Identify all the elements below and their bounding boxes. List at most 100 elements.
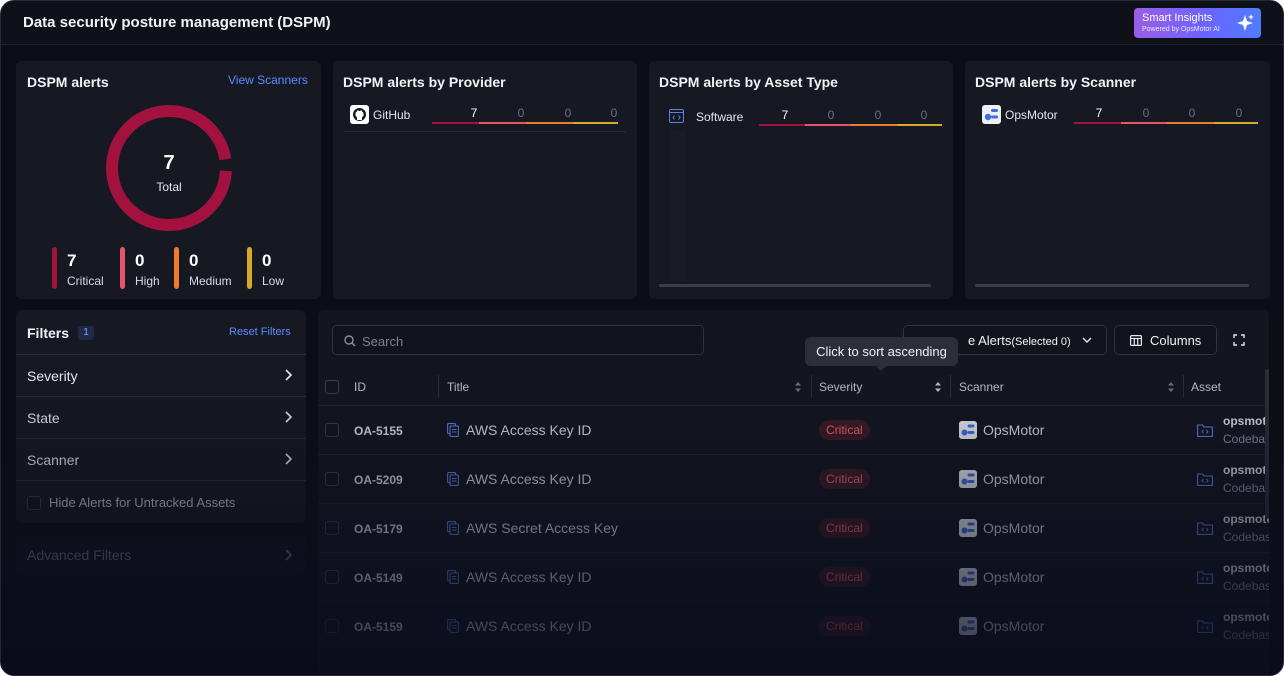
row-scanner: OpsMotor — [983, 618, 1045, 634]
row-title[interactable]: AWS Access Key ID — [466, 422, 592, 438]
table-row[interactable]: OA-5155 AWS Access Key ID Critical OpsMo… — [318, 405, 1269, 454]
col-header-title[interactable]: Title — [447, 380, 469, 394]
row-asset-name[interactable]: opsmotor — [1223, 463, 1269, 477]
row-id: OA-5209 — [354, 473, 403, 487]
reset-filters-link[interactable]: Reset Filters — [229, 326, 291, 338]
row-asset-type: Codebase — [1223, 579, 1269, 593]
filter-state[interactable]: State — [16, 396, 306, 438]
row-asset-name[interactable]: opsmotor — [1223, 561, 1269, 575]
opsmotor-icon — [959, 568, 977, 586]
filter-scanner[interactable]: Scanner — [16, 438, 306, 480]
scanner-count-medium: 0 — [1188, 106, 1196, 120]
col-header-asset[interactable]: Asset — [1191, 380, 1221, 394]
col-header-severity[interactable]: Severity — [819, 380, 862, 394]
chevron-down-icon — [1082, 337, 1092, 343]
sort-icon[interactable] — [1167, 381, 1175, 393]
row-title[interactable]: AWS Secret Access Key — [466, 520, 618, 536]
document-icon — [447, 619, 459, 633]
row-checkbox[interactable] — [325, 521, 339, 535]
scanner-row-opsmotor[interactable]: OpsMotor 7 0 0 0 — [982, 104, 1260, 126]
opsmotor-icon — [959, 617, 977, 635]
total-value: 7 — [163, 152, 175, 174]
scanner-seg-high — [1121, 122, 1167, 124]
row-title[interactable]: AWS Access Key ID — [466, 569, 592, 585]
row-checkbox[interactable] — [325, 619, 339, 633]
hide-untracked-checkbox[interactable] — [27, 496, 41, 510]
row-title[interactable]: AWS Access Key ID — [466, 618, 592, 634]
table-row[interactable]: OA-5159 AWS Access Key ID Critical OpsMo… — [318, 601, 1269, 650]
table-row[interactable]: OA-5209 AWS Access Key ID Critical OpsMo… — [318, 454, 1269, 503]
asset-type-count-critical: 7 — [781, 108, 789, 122]
row-asset-type: Codebase — [1223, 432, 1269, 446]
provider-seg-high — [479, 122, 526, 124]
smart-insights-sub: Powered by OpsMotor AI — [1142, 26, 1220, 33]
row-asset-type: Codebase — [1223, 628, 1269, 642]
low-bar — [247, 247, 252, 289]
col-separator[interactable] — [811, 375, 812, 397]
col-separator[interactable] — [1183, 375, 1184, 397]
total-label: Total — [156, 180, 182, 194]
provider-count-high: 0 — [517, 106, 525, 120]
select-all-checkbox[interactable] — [325, 380, 339, 394]
row-id: OA-5179 — [354, 522, 403, 536]
asset-type-card-title: DSPM alerts by Asset Type — [659, 74, 838, 90]
medium-count: 0 — [189, 251, 199, 270]
github-icon — [350, 105, 369, 124]
row-scanner: OpsMotor — [983, 569, 1045, 585]
row-id: OA-5149 — [354, 571, 403, 585]
asset-type-hscrollbar[interactable] — [659, 284, 931, 287]
table-row[interactable]: OA-5179 AWS Secret Access Key Critical O… — [318, 503, 1269, 552]
expand-icon[interactable] — [1233, 334, 1245, 346]
medium-bar — [174, 247, 179, 289]
view-scanners-link[interactable]: View Scanners — [228, 73, 308, 87]
scanner-count-low: 0 — [1235, 106, 1243, 120]
row-id: OA-5155 — [354, 424, 403, 438]
asset-type-count-high: 0 — [827, 108, 835, 122]
smart-insights-button[interactable]: Smart Insights Powered by OpsMotor AI — [1134, 8, 1261, 38]
sort-icon[interactable] — [934, 381, 942, 393]
provider-card-title: DSPM alerts by Provider — [343, 74, 506, 90]
asset-type-seg-high — [805, 124, 851, 126]
col-header-scanner[interactable]: Scanner — [959, 380, 1004, 394]
provider-seg-low — [573, 122, 618, 124]
chevron-right-icon — [285, 453, 293, 465]
row-checkbox[interactable] — [325, 423, 339, 437]
scanner-hscrollbar[interactable] — [975, 284, 1249, 287]
scanner-card-title: DSPM alerts by Scanner — [975, 74, 1137, 90]
row-checkbox[interactable] — [325, 570, 339, 584]
asset-type-name: Software — [696, 110, 744, 124]
provider-row-github[interactable]: GitHub 7 0 0 0 — [350, 104, 620, 126]
col-separator[interactable] — [950, 375, 951, 397]
filter-severity[interactable]: Severity — [16, 354, 306, 396]
chevron-right-icon — [285, 411, 293, 423]
sort-icon[interactable] — [794, 381, 802, 393]
table-scrollbar[interactable] — [1265, 369, 1269, 519]
search-input[interactable]: Search — [332, 325, 704, 355]
hide-untracked-option[interactable]: Hide Alerts for Untracked Assets — [16, 480, 306, 523]
provider-count-critical: 7 — [470, 106, 478, 120]
provider-count-low: 0 — [610, 106, 618, 120]
columns-button[interactable]: Columns — [1114, 325, 1217, 355]
row-checkbox[interactable] — [325, 472, 339, 486]
search-placeholder: Search — [362, 334, 404, 349]
row-title[interactable]: AWS Access Key ID — [466, 471, 592, 487]
row-asset-name[interactable]: opsmotor — [1223, 512, 1269, 526]
asset-type-row-software[interactable]: Software 7 0 0 0 — [669, 106, 944, 128]
advanced-filters[interactable]: Advanced Filters — [16, 535, 306, 575]
scanner-card: DSPM alerts by Scanner OpsMotor 7 0 0 0 — [965, 61, 1270, 299]
table-row[interactable]: OA-5149 AWS Access Key ID Critical OpsMo… — [318, 552, 1269, 601]
provider-divider — [344, 131, 626, 132]
critical-count: 7 — [67, 251, 77, 270]
row-asset-name[interactable]: opsmotor — [1223, 414, 1269, 428]
scanner-name: OpsMotor — [1005, 108, 1058, 122]
columns-icon — [1130, 335, 1142, 346]
row-asset-name[interactable]: opsmotor — [1223, 610, 1269, 624]
filters-panel: Filters 1 Reset Filters Severity State S… — [16, 310, 306, 523]
severity-badge: Critical — [819, 469, 870, 489]
col-separator[interactable] — [438, 375, 439, 397]
asset-type-count-medium: 0 — [874, 108, 882, 122]
col-header-id[interactable]: ID — [354, 380, 366, 394]
provider-name: GitHub — [373, 108, 411, 122]
chevron-right-icon — [285, 369, 293, 381]
asset-type-count-low: 0 — [920, 108, 928, 122]
